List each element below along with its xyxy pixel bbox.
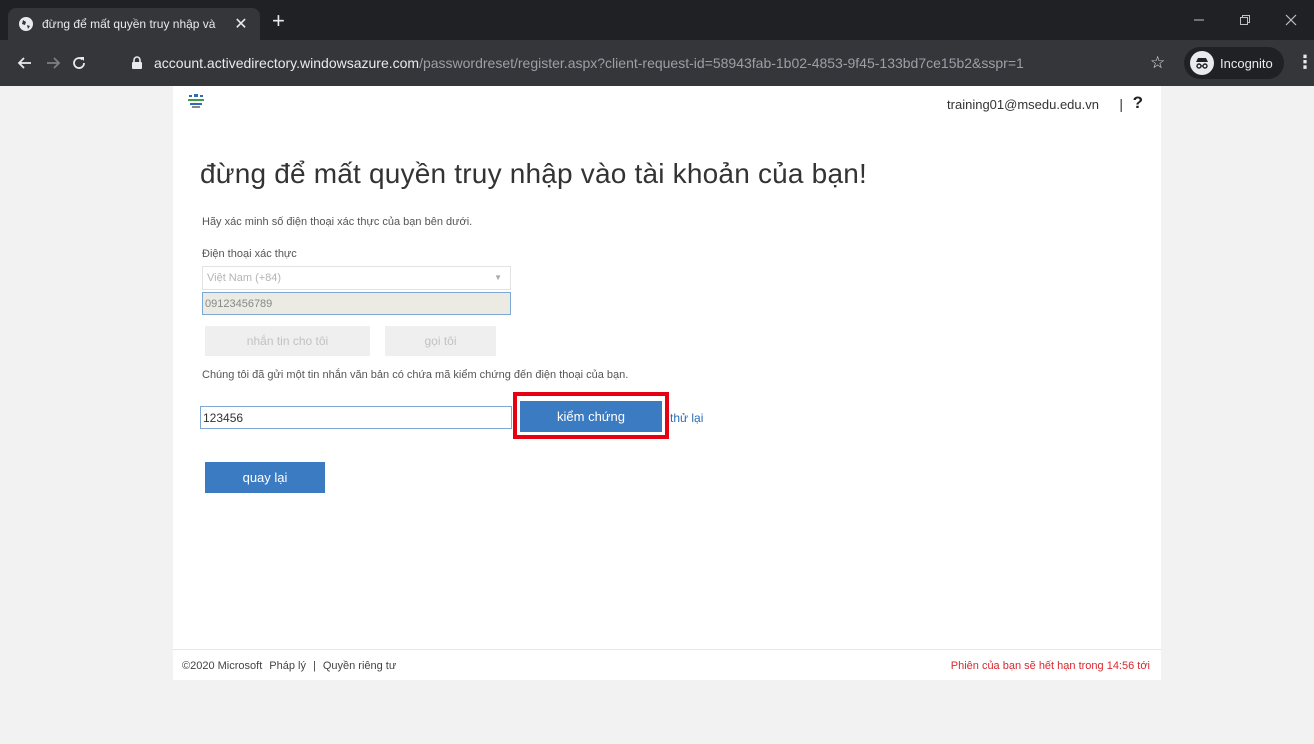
user-email: training01@msedu.edu.vn <box>947 97 1099 112</box>
highlight-box <box>513 392 669 439</box>
browser-tab[interactable]: đừng để mất quyền truy nhập và ✕ <box>8 8 260 40</box>
incognito-label: Incognito <box>1220 55 1273 71</box>
browser-toolbar: account.activedirectory.windowsazure.com… <box>0 40 1314 86</box>
header-separator: | <box>1119 96 1123 112</box>
address-bar[interactable]: account.activedirectory.windowsazure.com… <box>122 48 1176 78</box>
phone-number-value: 09123456789 <box>205 297 273 310</box>
session-expiry-notice: Phiên của bạn sẽ hết hạn trong 14:56 tới <box>950 660 1150 672</box>
browser-tab-strip: đừng để mất quyền truy nhập và ✕ + <box>0 0 1314 40</box>
footer-separator: | <box>312 660 316 672</box>
page-title: đừng để mất quyền truy nhập vào tài khoả… <box>200 158 867 189</box>
new-tab-button[interactable]: + <box>272 10 285 32</box>
legal-link[interactable]: Pháp lý <box>269 660 306 672</box>
phone-label: Điện thoại xác thực <box>202 248 297 260</box>
footer-divider <box>173 649 1161 650</box>
url-text: account.activedirectory.windowsazure.com… <box>154 55 1024 71</box>
verification-code-value: 123456 <box>203 410 244 425</box>
text-me-button: nhắn tin cho tôi <box>205 326 370 356</box>
url-host: account.activedirectory.windowsazure.com <box>154 55 420 71</box>
footer: ©2020 Microsoft Pháp lý | Quyền riêng tư <box>182 660 403 672</box>
incognito-profile-button[interactable]: Incognito <box>1184 47 1284 79</box>
privacy-link[interactable]: Quyền riêng tư <box>323 660 396 672</box>
url-path: /passwordreset/register.aspx?client-requ… <box>419 55 1024 71</box>
country-select-value: Việt Nam (+84) <box>207 272 282 284</box>
globe-icon <box>19 17 33 31</box>
help-icon[interactable]: ? <box>1133 93 1143 113</box>
country-code-select: Việt Nam (+84) ▼ <box>202 266 511 290</box>
back-button[interactable]: quay lại <box>205 462 325 493</box>
back-arrow-icon[interactable] <box>10 48 40 78</box>
page-container: training01@msedu.edu.vn | ? đừng để mất … <box>173 86 1161 680</box>
code-sent-message: Chúng tôi đã gửi một tin nhắn văn bản có… <box>202 369 629 381</box>
copyright-text: ©2020 Microsoft <box>182 660 263 672</box>
window-close-icon[interactable] <box>1268 0 1314 40</box>
verification-code-input[interactable]: 123456 <box>200 406 512 429</box>
more-menu-icon[interactable]: ⋮ <box>1296 52 1314 73</box>
instructions-text: Hãy xác minh số điện thoại xác thực của … <box>202 216 473 228</box>
chevron-down-icon: ▼ <box>494 273 502 282</box>
lock-icon <box>132 56 142 69</box>
tab-close-icon[interactable]: ✕ <box>232 14 250 34</box>
phone-number-field: 09123456789 <box>202 292 511 315</box>
incognito-icon <box>1190 51 1214 75</box>
reload-icon[interactable] <box>64 48 94 78</box>
organization-logo <box>188 94 204 108</box>
restore-icon[interactable] <box>1222 0 1268 40</box>
bookmark-star-icon[interactable]: ☆ <box>1150 53 1165 73</box>
minimize-icon[interactable] <box>1176 0 1222 40</box>
tab-title: đừng để mất quyền truy nhập và <box>42 17 216 31</box>
call-me-button: gọi tôi <box>385 326 496 356</box>
retry-link[interactable]: thử lại <box>670 411 703 425</box>
